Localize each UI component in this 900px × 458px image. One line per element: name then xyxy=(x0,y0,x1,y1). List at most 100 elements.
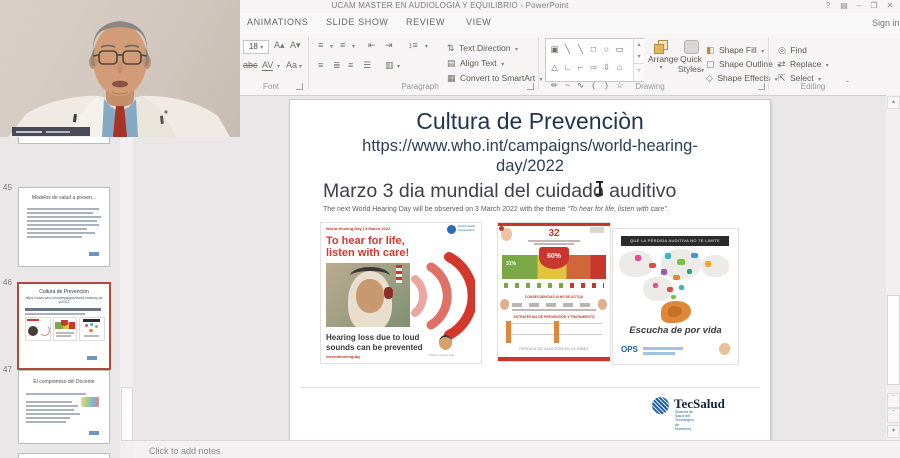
next-slide-button[interactable]: ˇ xyxy=(887,408,900,423)
thumbnail-slide-48[interactable] xyxy=(18,453,110,458)
slide-area-scrollbar[interactable]: ▴ ˆ ˇ ▾ ▾ xyxy=(886,95,900,458)
strikethrough-icon[interactable]: abc xyxy=(243,60,258,70)
mini-clipart xyxy=(81,397,99,407)
shape-rounded-rectangle-icon[interactable]: ▭ xyxy=(613,43,626,56)
shape-arrow-line-icon[interactable]: ╲ xyxy=(574,43,587,56)
poster1-photo xyxy=(326,263,410,327)
poster-infographic-childhood-hearing-loss[interactable]: 32 31% 60% CONSECUENCIAS SI NO SE ACTÚA … xyxy=(497,222,611,362)
poster3-tagline: Escucha de por vida xyxy=(613,325,738,336)
shape-line-icon[interactable]: ╲ xyxy=(561,43,574,56)
shrink-font-icon[interactable]: A▾ xyxy=(290,40,301,51)
thumbnail-slide-46-selected[interactable]: Cultura de Prevenciòn https://www.who.in… xyxy=(17,282,111,370)
thumbnail-number: 47 xyxy=(3,365,12,374)
chevron-down-icon[interactable]: ▾ xyxy=(277,63,280,70)
minimize-button[interactable]: – xyxy=(853,1,865,10)
shape-down-arrow-icon[interactable]: ⇩ xyxy=(600,61,613,74)
poster1-caption: Hearing loss due to loud sounds can be p… xyxy=(326,333,438,352)
chevron-down-icon: ▾ xyxy=(826,63,829,69)
poster-ops-escucha[interactable]: QUE LA PÉRDIDA AUDITIVA NO TE LIMITE Esc… xyxy=(612,228,739,365)
decrease-indent-icon[interactable]: ⇤ xyxy=(368,40,376,51)
close-button[interactable]: ✕ xyxy=(884,1,896,10)
notes-placeholder[interactable]: Click to add notes xyxy=(149,446,221,456)
font-size-combobox[interactable]: 18 ▾ xyxy=(243,40,269,54)
drawing-dialog-launcher-icon[interactable] xyxy=(758,83,765,90)
character-spacing-icon[interactable]: AV xyxy=(262,60,273,71)
scrollbar-thumb[interactable] xyxy=(887,295,900,385)
red-bar xyxy=(498,223,610,226)
thumbnail-panel-scrollbar[interactable] xyxy=(120,95,133,458)
columns-icon[interactable]: ▥ xyxy=(385,60,394,71)
quick-styles-label: Quick xyxy=(678,54,704,64)
align-center-icon[interactable]: ≣ xyxy=(333,60,341,71)
shape-elbow-connector-icon[interactable]: ∟ xyxy=(561,61,574,74)
powerpoint-window: UCAM MASTER EN AUDIOLOGIA Y EQUILIBRIO -… xyxy=(0,0,900,458)
shape-oval-icon[interactable]: ○ xyxy=(600,43,613,56)
thumbnail-number: 46 xyxy=(3,278,12,287)
tab-slide-show[interactable]: SLIDE SHOW xyxy=(326,17,389,27)
font-size-value: 18 xyxy=(249,42,258,51)
gallery-down-icon[interactable]: ▾ xyxy=(634,51,644,63)
scroll-up-icon[interactable]: ▴ xyxy=(887,96,900,109)
chevron-down-icon[interactable]: ▾ xyxy=(352,43,355,50)
slide-link-line1[interactable]: https://www.who.int/campaigns/world-hear… xyxy=(290,137,770,156)
align-right-icon[interactable]: ≡ xyxy=(348,60,353,70)
quick-styles-icon xyxy=(684,40,699,54)
chevron-down-icon[interactable]: ▾ xyxy=(397,63,400,70)
chevron-down-icon[interactable]: ▾ xyxy=(299,63,302,70)
tab-animations[interactable]: ANIMATIONS xyxy=(247,17,308,27)
thumbnail-slide-47[interactable]: El compromiso del Docente xyxy=(18,370,110,444)
slide-title[interactable]: Cultura de Prevenciòn xyxy=(290,108,770,135)
sign-in-link[interactable]: Sign in xyxy=(872,18,900,28)
slide-canvas[interactable]: Cultura de Prevenciòn https://www.who.in… xyxy=(290,100,770,440)
paragraph-dialog-launcher-icon[interactable] xyxy=(527,83,534,90)
collapse-ribbon-icon[interactable]: ˆ xyxy=(846,80,849,89)
thumbnail-title: Modelos de salud a presen... xyxy=(19,195,109,201)
chevron-down-icon[interactable]: ▾ xyxy=(425,43,428,50)
numbering-icon[interactable]: ≡ xyxy=(340,40,345,50)
chevron-down-icon: ▾ xyxy=(540,77,543,83)
align-left-icon[interactable]: ≡ xyxy=(318,60,323,70)
shape-right-arrow-icon[interactable]: ⇨ xyxy=(587,61,600,74)
line-spacing-icon[interactable]: ↕≡ xyxy=(408,40,418,50)
gallery-more-icon[interactable]: ▿ xyxy=(634,63,644,78)
font-dialog-launcher-icon[interactable] xyxy=(296,83,303,90)
slide-theme-line[interactable]: The next World Hearing Day will be obser… xyxy=(323,206,669,213)
tab-review[interactable]: REVIEW xyxy=(406,17,445,27)
help-icon[interactable]: ? xyxy=(822,1,834,10)
notes-pane[interactable]: Click to add notes xyxy=(133,440,900,458)
tab-view[interactable]: VIEW xyxy=(466,17,491,27)
chevron-down-icon[interactable]: ▾ xyxy=(330,43,333,50)
chevron-down-icon: ▾ xyxy=(260,45,263,51)
poster1-credit: Photo: Lincoln Tale xyxy=(429,353,454,357)
poster-who-hearing-day[interactable]: World Hearing Day | 3 March 2022 World H… xyxy=(320,222,482,364)
change-case-icon[interactable]: Aa xyxy=(286,60,297,70)
slide-heading[interactable]: Marzo 3 dia mundial del cuidado auditivo xyxy=(323,180,676,203)
divider xyxy=(300,387,760,388)
text-direction-label: Text Direction xyxy=(459,43,511,53)
theme-quote: “To hear for life, listen with care”. xyxy=(567,206,668,213)
justify-icon[interactable]: ☰ xyxy=(363,60,371,71)
arrange-button[interactable]: Arrange ▾ xyxy=(648,40,674,71)
shape-textbox-icon[interactable]: ▣ xyxy=(548,43,561,56)
gallery-up-icon[interactable]: ▴ xyxy=(634,39,644,51)
ribbon-display-options-icon[interactable]: ▤ xyxy=(838,1,850,10)
shape-rectangle-icon[interactable]: □ xyxy=(587,43,600,56)
who-logo-icon xyxy=(447,225,456,234)
shape-cube-icon[interactable]: ⌂ xyxy=(613,61,626,74)
previous-slide-button[interactable]: ˆ xyxy=(887,393,900,408)
quick-styles-button[interactable]: Quick Styles▾ xyxy=(678,40,704,74)
scroll-down-icon[interactable]: ▾ xyxy=(887,425,900,438)
window-title: UCAM MASTER EN AUDIOLOGIA Y EQUILIBRIO -… xyxy=(240,1,660,10)
arrange-icon xyxy=(654,44,664,54)
poster2-section1: CONSECUENCIAS SI NO SE ACTÚA xyxy=(498,295,610,299)
slide-link-line2[interactable]: day/2022 xyxy=(290,157,770,176)
grow-font-icon[interactable]: A▴ xyxy=(274,40,285,51)
shape-triangle-icon[interactable]: △ xyxy=(548,61,561,74)
scrollbar-thumb[interactable] xyxy=(121,387,133,441)
shape-curved-connector-icon[interactable]: ⌐ xyxy=(574,61,587,74)
thumbnail-slide-45[interactable]: Modelos de salud a presen... xyxy=(18,187,110,267)
bullets-icon[interactable]: ≡ xyxy=(318,40,323,50)
poster1-header: World Hearing Day | 3 March 2022 xyxy=(326,226,390,231)
increase-indent-icon[interactable]: ⇥ xyxy=(385,40,393,51)
restore-button[interactable]: ❐ xyxy=(868,1,880,10)
